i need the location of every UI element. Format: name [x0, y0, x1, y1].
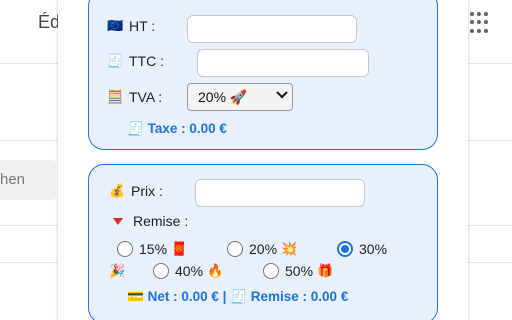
remise-option-label: 50% — [285, 263, 314, 279]
background-search-field[interactable]: hen — [0, 160, 56, 200]
euro-flag-icon: 🇪🇺 — [107, 18, 124, 33]
remise-option-30-emoji: 🎉 — [109, 263, 125, 279]
ttc-input[interactable] — [197, 49, 369, 77]
calculator-popup: 🇪🇺 HT : 🧾 TTC : 🧮 TVA : 20% 🚀 🧾 Taxe : 0… — [58, 0, 468, 320]
remise-option-40[interactable]: 40% 🔥 — [153, 263, 223, 279]
receipt-icon: 🧾 — [127, 121, 144, 136]
party-popper-icon: 🎉 — [109, 263, 126, 278]
net-result-text: Net : 0.00 € — [147, 289, 219, 304]
tva-selected-value: 20% 🚀 — [198, 88, 248, 105]
ht-input[interactable] — [187, 15, 357, 43]
result-separator: | — [222, 289, 227, 304]
red-envelope-icon: 🧧 — [171, 241, 188, 256]
apps-grid-icon[interactable] — [470, 12, 492, 34]
prix-input[interactable] — [195, 179, 365, 207]
remise-result-text: Remise : 0.00 € — [250, 289, 349, 304]
remise-label: Remise : — [133, 213, 189, 229]
remise-option-20[interactable]: 20% 💥 — [227, 241, 297, 257]
tva-label: TVA : — [129, 89, 163, 105]
vat-calculator-card: 🇪🇺 HT : 🧾 TTC : 🧮 TVA : 20% 🚀 🧾 Taxe : 0… — [88, 0, 438, 150]
triangle-down-icon — [113, 217, 123, 225]
discount-calculator-card: 💰 Prix : Remise : 15% 🧧 20% 💥 30% 🎉 40% … — [88, 164, 438, 320]
abacus-icon: 🧮 — [107, 89, 124, 104]
remise-option-label: 30% — [359, 241, 388, 257]
tva-row: 🧮 TVA : — [107, 89, 162, 105]
remise-option-label: 15% — [139, 241, 168, 257]
receipt-icon: 🧾 — [230, 289, 247, 304]
fire-icon: 🔥 — [207, 263, 224, 278]
remise-option-15[interactable]: 15% 🧧 — [117, 241, 187, 257]
gift-icon: 🎁 — [317, 263, 334, 278]
money-bag-icon: 💰 — [109, 183, 126, 198]
radio-40[interactable] — [153, 263, 169, 279]
taxe-result-text: Taxe : 0.00 € — [147, 121, 227, 136]
remise-option-label: 20% — [249, 241, 278, 257]
ht-label: HT : — [129, 18, 156, 34]
ttc-label: TTC : — [129, 53, 164, 69]
radio-15[interactable] — [117, 241, 133, 257]
discount-result: 💳 Net : 0.00 € | 🧾 Remise : 0.00 € — [127, 289, 348, 305]
ttc-row: 🧾 TTC : — [107, 53, 164, 69]
chevron-down-icon — [276, 87, 288, 99]
collision-icon: 💥 — [281, 241, 298, 256]
receipt-icon: 🧾 — [107, 53, 124, 68]
prix-label: Prix : — [131, 183, 163, 199]
tva-select[interactable]: 20% 🚀 — [187, 83, 293, 111]
remise-option-30[interactable]: 30% — [337, 241, 387, 257]
remise-option-label: 40% — [175, 263, 204, 279]
background-title: Éd — [38, 12, 58, 32]
prix-row: 💰 Prix : — [109, 183, 163, 199]
background-search-placeholder: hen — [0, 171, 26, 188]
radio-50[interactable] — [263, 263, 279, 279]
radio-30[interactable] — [337, 241, 353, 257]
credit-card-icon: 💳 — [127, 289, 144, 304]
remise-heading: Remise : — [113, 213, 188, 229]
radio-20[interactable] — [227, 241, 243, 257]
remise-option-50[interactable]: 50% 🎁 — [263, 263, 333, 279]
taxe-result: 🧾 Taxe : 0.00 € — [127, 121, 227, 137]
ht-row: 🇪🇺 HT : — [107, 18, 155, 34]
